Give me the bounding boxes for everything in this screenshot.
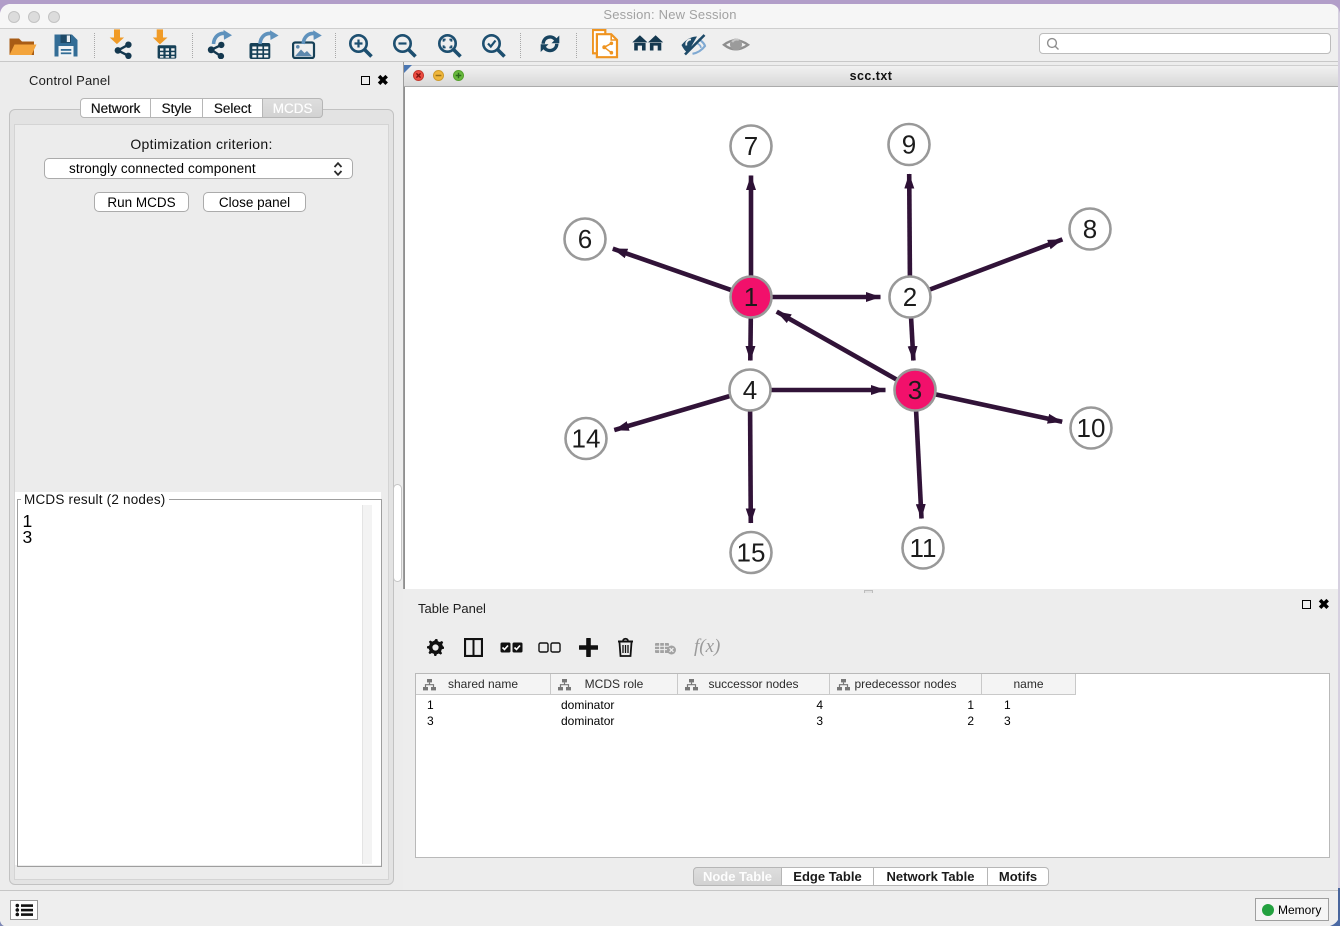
- svg-text:2: 2: [903, 282, 917, 312]
- svg-text:7: 7: [744, 131, 758, 161]
- svg-text:14: 14: [572, 424, 601, 454]
- svg-text:4: 4: [743, 375, 757, 405]
- svg-text:1: 1: [744, 282, 758, 312]
- svg-text:3: 3: [908, 375, 922, 405]
- svg-text:8: 8: [1083, 214, 1097, 244]
- svg-text:6: 6: [578, 224, 592, 254]
- svg-text:10: 10: [1077, 413, 1106, 443]
- svg-text:11: 11: [910, 533, 937, 563]
- svg-text:15: 15: [737, 538, 766, 568]
- svg-text:9: 9: [902, 130, 916, 160]
